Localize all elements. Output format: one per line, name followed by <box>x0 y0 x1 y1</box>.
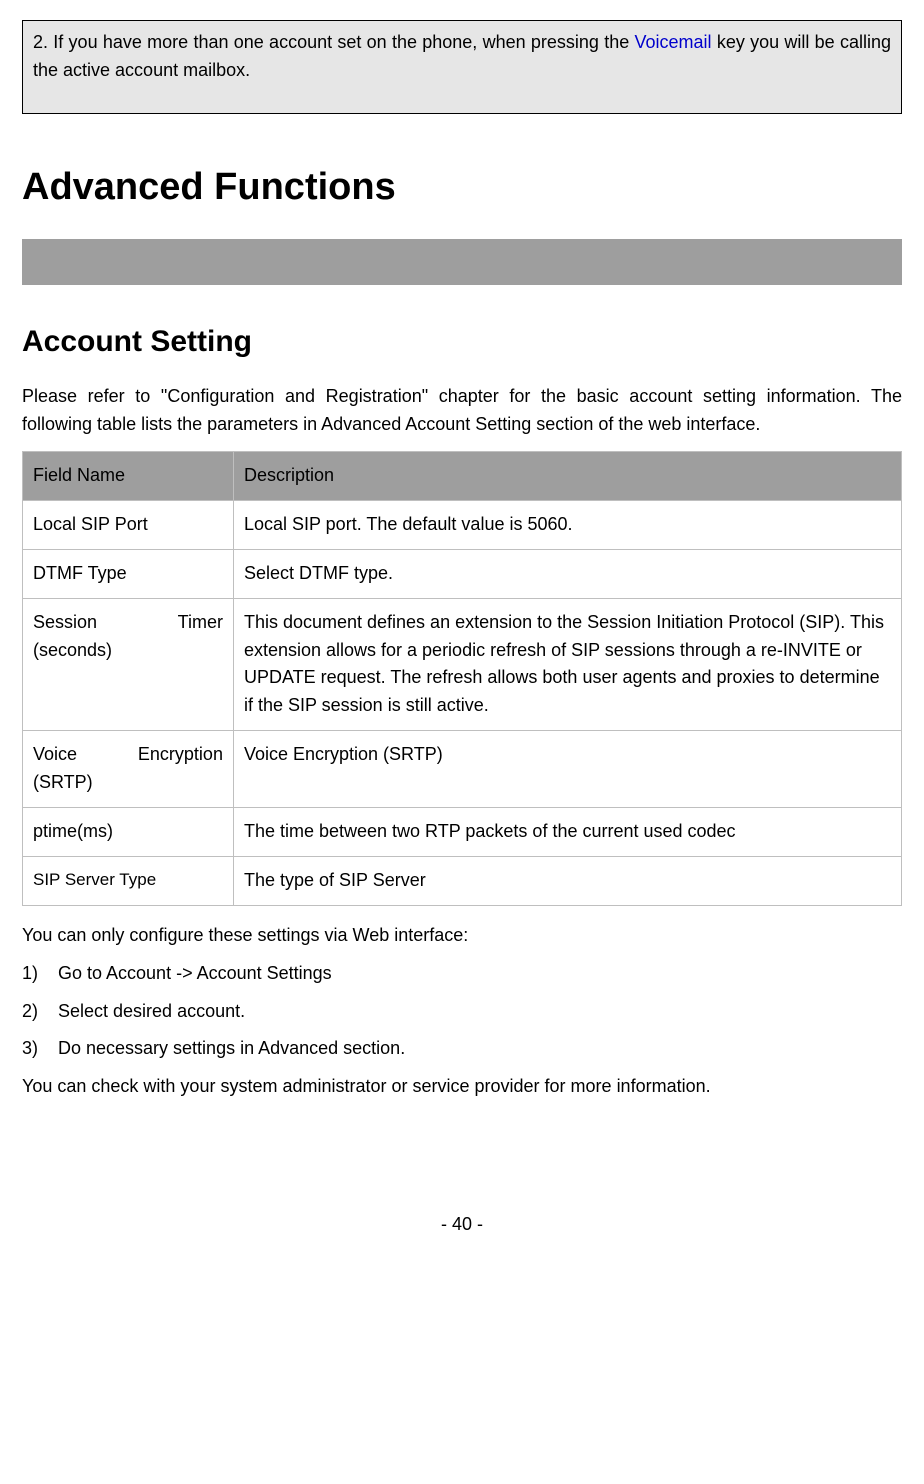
field-name: Voice Encryption (SRTP) <box>23 731 234 808</box>
note-text-prefix: 2. If you have more than one account set… <box>33 32 635 52</box>
heading-account-setting: Account Setting <box>22 319 902 366</box>
section-divider-bar <box>22 239 902 285</box>
table-row: Session Timer (seconds) This document de… <box>23 598 902 731</box>
list-number: 2) <box>22 998 58 1026</box>
list-item: 3) Do necessary settings in Advanced sec… <box>22 1035 902 1063</box>
list-number: 3) <box>22 1035 58 1063</box>
list-text: Do necessary settings in Advanced sectio… <box>58 1035 405 1063</box>
intro-paragraph: Please refer to "Configuration and Regis… <box>22 383 902 439</box>
list-item: 1) Go to Account -> Account Settings <box>22 960 902 988</box>
field-desc: The type of SIP Server <box>233 856 901 905</box>
field-desc: Select DTMF type. <box>233 549 901 598</box>
table-row: Local SIP Port Local SIP port. The defau… <box>23 500 902 549</box>
table-header-field: Field Name <box>23 451 234 500</box>
note-box: 2. If you have more than one account set… <box>22 20 902 114</box>
list-number: 1) <box>22 960 58 988</box>
field-name: Local SIP Port <box>23 500 234 549</box>
table-row: ptime(ms) The time between two RTP packe… <box>23 807 902 856</box>
page-number: - 40 - <box>22 1211 902 1239</box>
list-text: Select desired account. <box>58 998 245 1026</box>
heading-advanced-functions: Advanced Functions <box>22 158 902 217</box>
field-desc: Local SIP port. The default value is 506… <box>233 500 901 549</box>
table-row: Voice Encryption (SRTP) Voice Encryption… <box>23 731 902 808</box>
list-item: 2) Select desired account. <box>22 998 902 1026</box>
table-header-desc: Description <box>233 451 901 500</box>
field-desc: The time between two RTP packets of the … <box>233 807 901 856</box>
field-name: DTMF Type <box>23 549 234 598</box>
account-settings-table: Field Name Description Local SIP Port Lo… <box>22 451 902 906</box>
field-desc: Voice Encryption (SRTP) <box>233 731 901 808</box>
field-name: ptime(ms) <box>23 807 234 856</box>
field-desc: This document defines an extension to th… <box>233 598 901 731</box>
closing-text: You can check with your system administr… <box>22 1073 902 1101</box>
config-via-web-text: You can only configure these settings vi… <box>22 922 902 950</box>
field-name: SIP Server Type <box>23 856 234 905</box>
field-name: Session Timer (seconds) <box>23 598 234 731</box>
list-text: Go to Account -> Account Settings <box>58 960 332 988</box>
voicemail-link[interactable]: Voicemail <box>635 32 712 52</box>
table-row: DTMF Type Select DTMF type. <box>23 549 902 598</box>
table-header-row: Field Name Description <box>23 451 902 500</box>
table-row: SIP Server Type The type of SIP Server <box>23 856 902 905</box>
